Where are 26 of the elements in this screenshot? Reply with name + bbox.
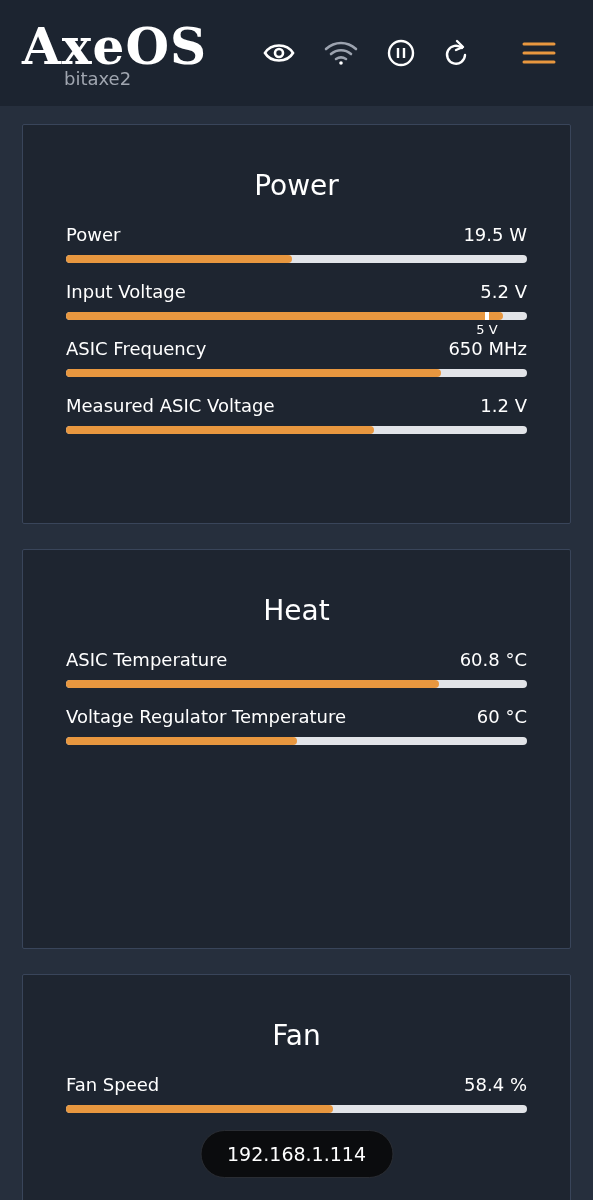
metric-value: 60 °C	[476, 706, 527, 728]
wifi-icon[interactable]	[324, 41, 359, 65]
card-title: Power	[254, 169, 339, 202]
metric-value: 58.4 %	[464, 1074, 527, 1096]
card-title: Heat	[263, 594, 330, 627]
metric-label: ASIC Frequency	[66, 338, 207, 360]
metric-label: Voltage Regulator Temperature	[66, 706, 347, 728]
pause-icon[interactable]	[387, 39, 416, 67]
metric-label: Power	[66, 224, 121, 246]
menu-icon[interactable]	[522, 41, 556, 65]
refresh-icon[interactable]	[444, 39, 469, 67]
metric-label: Measured ASIC Voltage	[66, 395, 275, 417]
metric-value: 19.5 W	[463, 224, 527, 246]
metric-value: 60.8 °C	[459, 649, 527, 671]
device-name: bitaxe2	[64, 70, 133, 88]
address-badge: 192.168.1.114	[200, 1130, 393, 1178]
metric-value: 650 MHz	[448, 338, 527, 360]
marker-label: 5 V	[476, 322, 498, 337]
logo[interactable]: AxeOS	[22, 22, 208, 72]
metric-label: Input Voltage	[66, 281, 186, 303]
eye-icon[interactable]	[263, 42, 296, 64]
metric-value: 5.2 V	[480, 281, 527, 303]
metric-value: 1.2 V	[480, 395, 527, 417]
card-title: Fan	[272, 1019, 321, 1052]
metric-label: ASIC Temperature	[66, 649, 228, 671]
metric-label: Fan Speed	[66, 1074, 160, 1096]
